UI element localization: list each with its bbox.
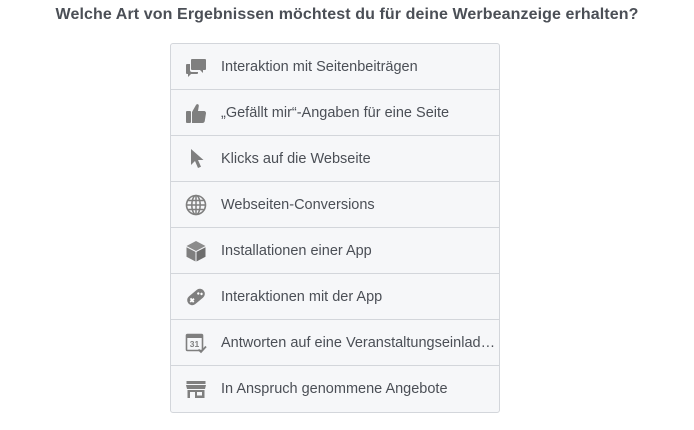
storefront-icon	[184, 377, 208, 401]
option-label: Interaktion mit Seitenbeiträgen	[221, 58, 418, 75]
option-label: In Anspruch genommene Angebote	[221, 381, 448, 397]
box-icon	[184, 239, 208, 263]
option-label: Klicks auf die Webseite	[221, 150, 371, 167]
question-heading: Welche Art von Ergebnissen möchtest du f…	[55, 6, 639, 23]
option-label: Interaktionen mit der App	[221, 288, 383, 305]
option-page-post-engagement[interactable]: Interaktion mit Seitenbeiträgen	[171, 44, 499, 90]
option-event-responses[interactable]: 31 Antworten auf eine Veranstaltungseinl…	[171, 320, 499, 366]
objective-options-list: Interaktion mit Seitenbeiträgen „Gefällt…	[170, 43, 500, 413]
option-label: Installationen einer App	[221, 242, 372, 259]
option-offer-claims[interactable]: In Anspruch genommene Angebote	[171, 366, 499, 412]
speech-bubbles-icon	[184, 55, 208, 79]
cursor-arrow-icon	[184, 147, 208, 171]
option-app-installs[interactable]: Installationen einer App	[171, 228, 499, 274]
option-label: Webseiten-Conversions	[221, 196, 375, 213]
option-website-clicks[interactable]: Klicks auf die Webseite	[171, 136, 499, 182]
thumbs-up-icon	[184, 101, 208, 125]
option-label: Antworten auf eine Veranstaltungseinladu…	[221, 334, 499, 351]
option-app-engagement[interactable]: Interaktionen mit der App	[171, 274, 499, 320]
globe-icon	[184, 193, 208, 217]
option-page-likes[interactable]: „Gefällt mir“-Angaben für eine Seite	[171, 90, 499, 136]
calendar-icon: 31	[184, 331, 208, 355]
game-controller-icon	[184, 285, 208, 309]
calendar-date-text: 31	[190, 339, 200, 349]
option-label: „Gefällt mir“-Angaben für eine Seite	[221, 104, 450, 121]
option-website-conversions[interactable]: Webseiten-Conversions	[171, 182, 499, 228]
